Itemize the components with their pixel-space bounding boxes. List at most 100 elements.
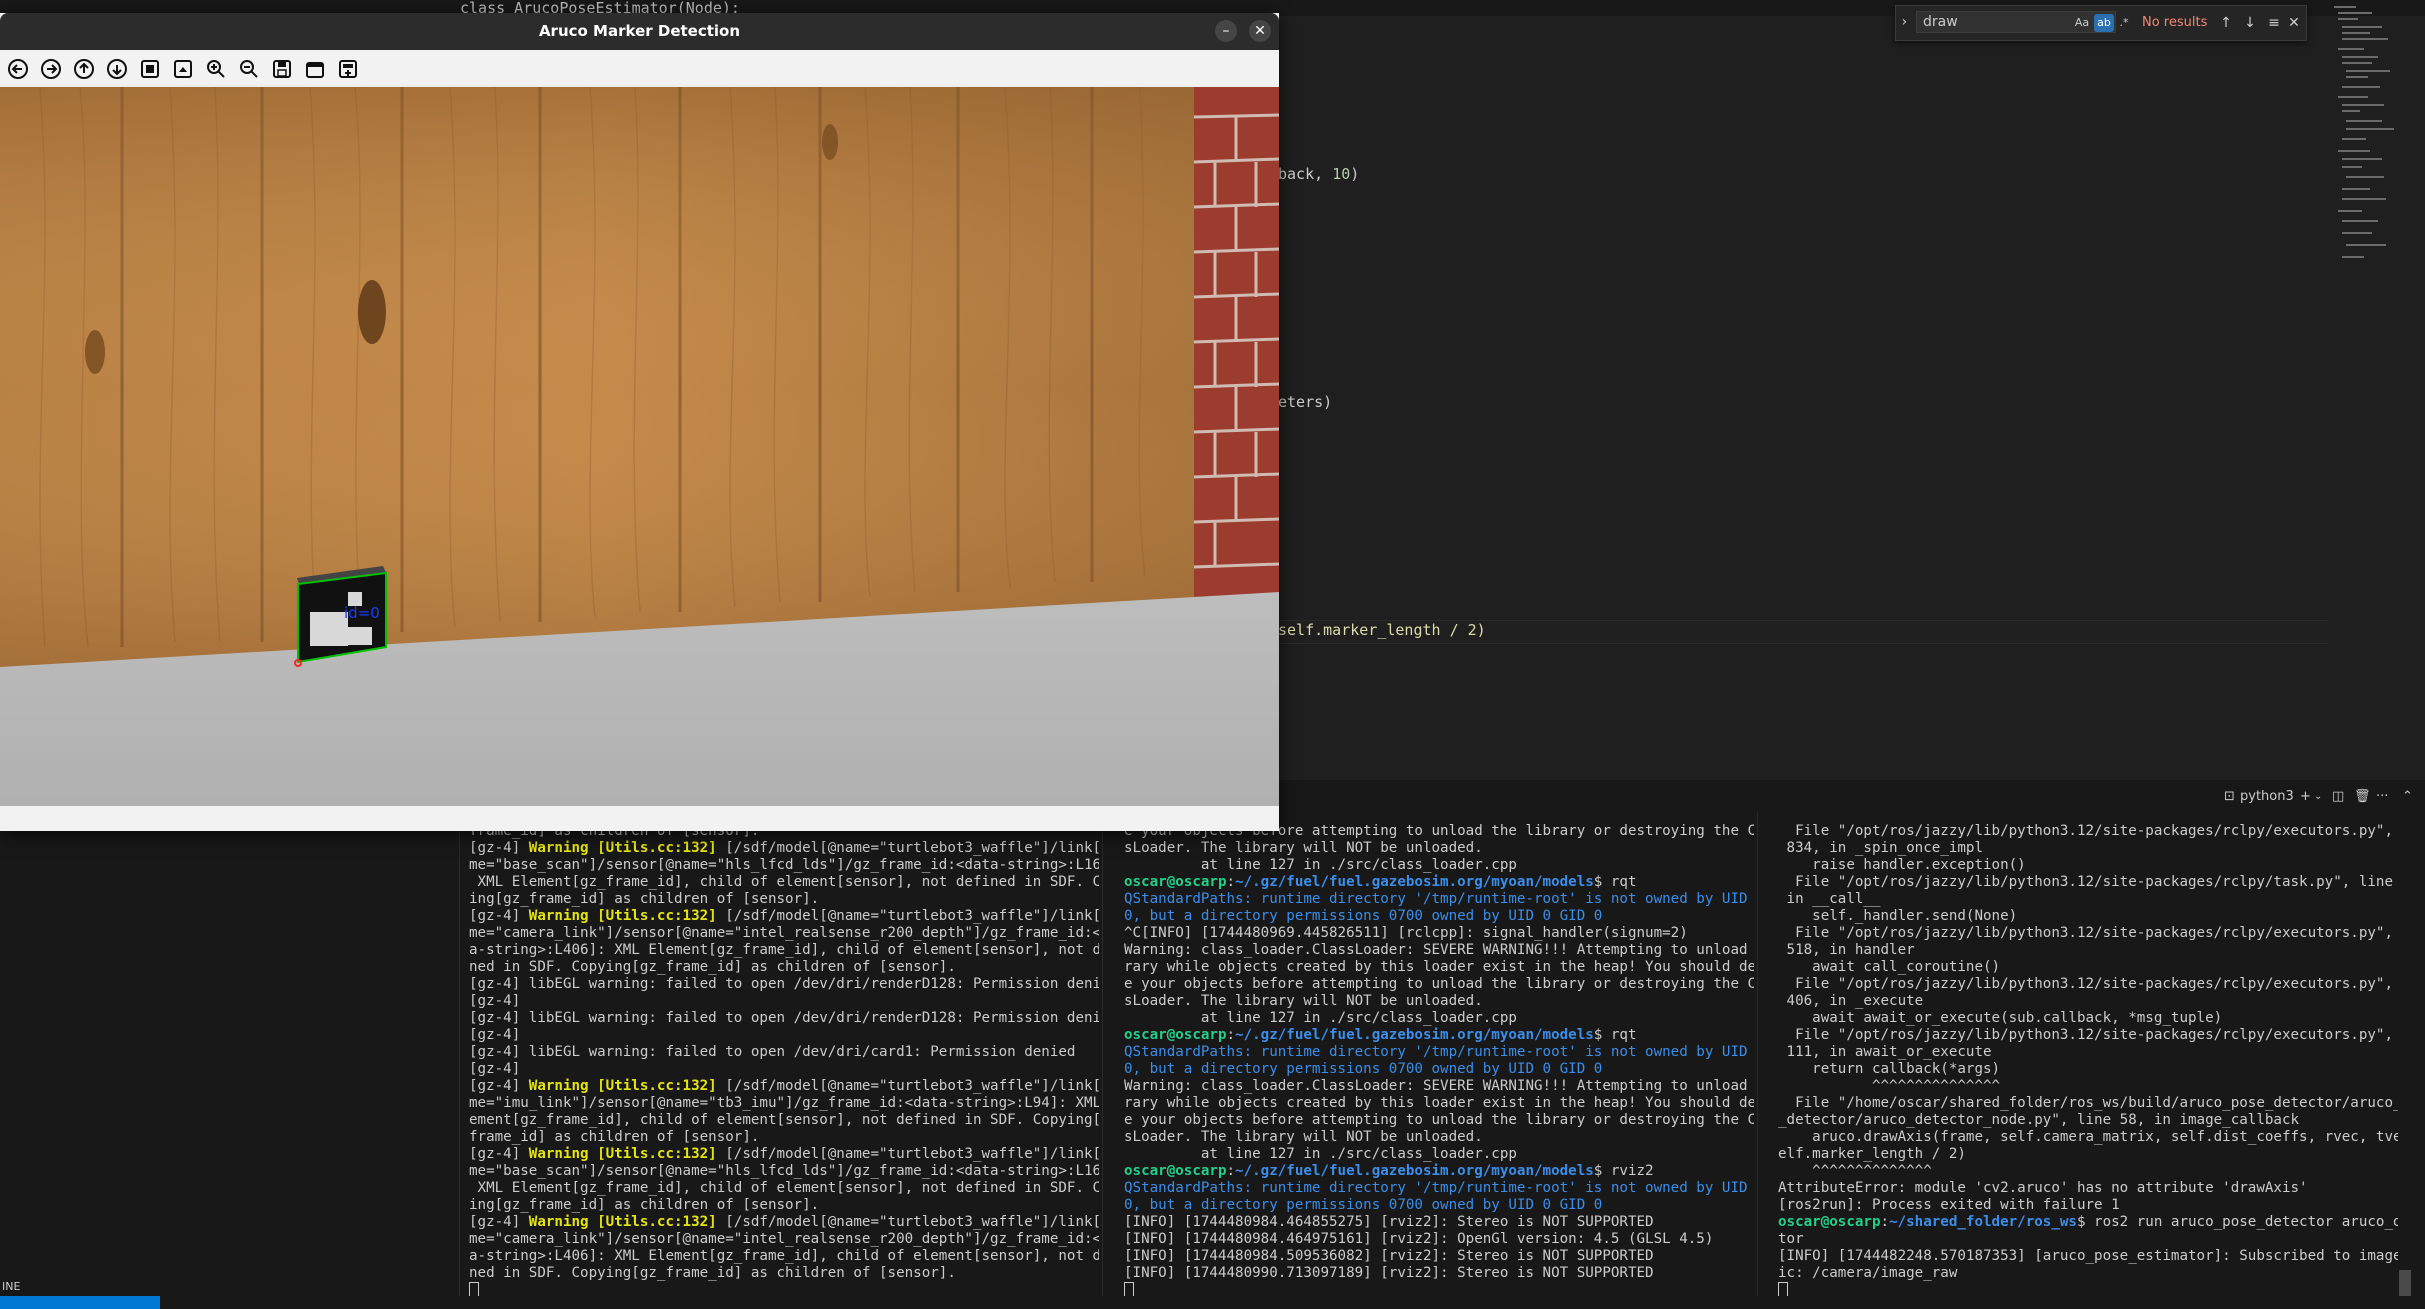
terminal-cursor [1124,1282,1134,1297]
pan-up-button[interactable] [73,58,95,80]
terminal-line: aruco.drawAxis(frame, self.camera_matrix… [1778,1129,2398,1146]
terminal-line [469,1282,1099,1297]
pan-down-button[interactable] [106,58,128,80]
minimize-button[interactable]: – [1215,20,1237,42]
terminal-text: sLoader. The library will NOT be unloade… [1124,993,1483,1009]
terminal-text: [gz-4] [469,1027,521,1043]
close-find-icon[interactable]: ✕ [2284,12,2304,34]
terminal-text: [gz-4] [469,1214,529,1230]
save-icon [273,60,291,78]
terminal-text: [INFO] [1744480990.713097189] [rviz2]: S… [1124,1265,1654,1281]
terminal-line: at line 127 in ./src/class_loader.cpp [1124,1146,1754,1163]
terminal-text: 111, in await_or_execute [1778,1044,1992,1060]
terminal-text: XML Element[gz_frame_id], child of eleme… [469,874,1099,890]
terminal-text: ned in SDF. Copying[gz_frame_id] as chil… [469,959,956,975]
terminal-line: XML Element[gz_frame_id], child of eleme… [469,874,1099,891]
terminal-text: : [1880,1214,1890,1230]
terminal-scrollbar[interactable] [2399,1270,2411,1296]
terminal-text: [gz-4] libEGL warning: failed to open /d… [469,976,1099,992]
terminal-line: File "/opt/ros/jazzy/lib/python3.12/site… [1778,925,2398,942]
terminal-line: [gz-4] libEGL warning: failed to open /d… [469,1010,1099,1027]
terminal-text: $ ros2 run aruco_pose_detector aruco_det… [2076,1214,2398,1230]
terminal-text: Warning [Utils.cc:132] [528,840,717,856]
terminal-line: await await_or_execute(sub.callback, *ms… [1778,1010,2398,1027]
zoom-to-fit-button[interactable] [139,58,161,80]
terminal-line: [gz-4] Warning [Utils.cc:132] [/sdf/mode… [469,1078,1099,1095]
editor-code-line-2: eters) [1278,393,1332,411]
terminal-line: 111, in await_or_execute [1778,1044,2398,1061]
copy-image-button[interactable] [304,58,326,80]
terminal-text: XML Element[gz_frame_id], child of eleme… [469,1180,1099,1196]
terminal-text: 0, but a directory permissions 0700 owne… [1124,1061,1603,1077]
maximize-panel-chevron-up-icon[interactable]: ⌃ [2402,788,2413,806]
split-terminal-icon[interactable]: ◫ [2332,788,2344,806]
terminal-3-output[interactable]: File "/opt/ros/jazzy/lib/python3.12/site… [1778,823,2398,1297]
terminal-panel-toolbar: ⊡ python3 + ⌄ ◫ 🗑 ··· ⌃ [2220,784,2425,810]
new-terminal-plus-icon[interactable]: + [2300,788,2311,806]
status-remote-indicator[interactable] [0,1296,160,1309]
close-button[interactable]: ✕ [1249,20,1271,42]
find-in-selection-icon[interactable]: ≡ [2264,12,2284,34]
terminal-text: QStandardPaths: runtime directory '/tmp/… [1124,1044,1754,1060]
terminal-line: e your objects before attempting to unlo… [1124,976,1754,993]
more-actions-icon[interactable]: ··· [2376,788,2388,806]
terminal-text: a-string>:L406]: XML Element[gz_frame_id… [469,1248,1099,1264]
terminal-text: 0, but a directory permissions 0700 owne… [1124,1197,1603,1213]
toggle-replace-chevron-icon[interactable]: › [1900,14,1908,30]
terminal-shell-icon[interactable]: ⊡ [2224,788,2235,806]
terminal-dropdown-chevron-icon[interactable]: ⌄ [2314,788,2322,806]
terminal-line: [gz-4] libEGL warning: failed to open /d… [469,976,1099,993]
terminal-line: me="base_scan"]/sensor[@name="hls_lfcd_l… [469,1163,1099,1180]
terminal-text: File "/opt/ros/jazzy/lib/python3.12/site… [1778,976,2398,992]
terminal-split-divider[interactable] [459,812,460,1302]
terminal-line: XML Element[gz_frame_id], child of eleme… [469,1180,1099,1197]
next-match-arrow-down-icon[interactable]: ↓ [2240,12,2260,34]
terminal-text: oscar@oscarp [1124,874,1227,890]
terminal-line: [gz-4] Warning [Utils.cc:132] [/sdf/mode… [469,908,1099,925]
terminal-line: File "/opt/ros/jazzy/lib/python3.12/site… [1778,976,2398,993]
zoom-in-button[interactable] [205,58,227,80]
terminal-2-output[interactable]: e your objects before attempting to unlo… [1124,823,1754,1297]
terminal-shell-label[interactable]: python3 [2240,788,2294,806]
terminal-line: raise handler.exception() [1778,857,2398,874]
arrow-down-icon [107,59,127,79]
terminal-line: me="base_scan"]/sensor[@name="hls_lfcd_l… [469,857,1099,874]
terminal-text: ^^^^^^^^^^^^^^^ [1778,1078,2001,1094]
terminal-line: 518, in handler [1778,942,2398,959]
camera-image-view[interactable]: id=0 [0,87,1279,806]
terminal-text: [ros2run]: Process exited with failure 1 [1778,1197,2120,1213]
save-image-button[interactable] [271,58,293,80]
terminal-text: sLoader. The library will NOT be unloade… [1124,1129,1483,1145]
pan-left-button[interactable] [7,58,29,80]
terminal-text: [gz-4] [469,1146,529,1162]
match-whole-word-button[interactable]: ab [2094,14,2114,32]
terminal-line: oscar@oscarp:~/.gz/fuel/fuel.gazebosim.o… [1124,874,1754,891]
terminal-text: Warning [Utils.cc:132] [528,908,717,924]
terminal-text: $ rqt [1593,874,1637,890]
match-case-button[interactable]: Aa [2072,14,2092,32]
terminal-split-divider[interactable] [1757,812,1758,1302]
terminal-text: ~/.gz/fuel/fuel.gazebosim.org/myoan/mode… [1235,1163,1594,1179]
terminal-line: Warning: class_loader.ClassLoader: SEVER… [1124,942,1754,959]
terminal-text: [INFO] [1744480984.509536082] [rviz2]: S… [1124,1248,1654,1264]
terminal-line: [gz-4] [469,1061,1099,1078]
previous-match-arrow-up-icon[interactable]: ↑ [2216,12,2236,34]
terminal-text: [gz-4] [469,840,529,856]
terminal-text: [INFO] [1744480984.464855275] [rviz2]: S… [1124,1214,1654,1230]
pan-right-button[interactable] [40,58,62,80]
terminal-line: frame_id] as children of [sensor]. [469,1129,1099,1146]
kill-terminal-trash-icon[interactable]: 🗑 [2354,788,2371,806]
terminal-text: ~/shared_folder/ros_ws [1889,1214,2077,1230]
terminal-text: 0, but a directory permissions 0700 owne… [1124,908,1603,924]
terminal-split-divider[interactable] [1102,812,1103,1302]
editor-minimap[interactable] [2330,0,2425,280]
zoom-original-icon [174,60,192,78]
terminal-line [1778,1282,2398,1297]
terminal-text: a-string>:L406]: XML Element[gz_frame_id… [469,942,1099,958]
use-regex-button[interactable]: .* [2114,14,2134,32]
terminal-line: tor [1778,1231,2398,1248]
zoom-original-button[interactable] [172,58,194,80]
zoom-out-button[interactable] [238,58,260,80]
terminal-1-output[interactable]: frame_id] as children of [sensor]. [gz-4]… [469,823,1099,1297]
properties-button[interactable] [337,58,359,80]
